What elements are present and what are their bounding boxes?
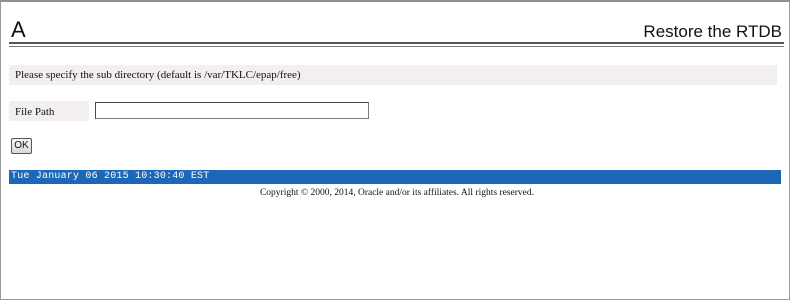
section-letter: A bbox=[11, 17, 26, 42]
page-frame: A Restore the RTDB Please specify the su… bbox=[0, 0, 790, 300]
instruction-row: Please specify the sub directory (defaul… bbox=[9, 65, 777, 85]
header-divider-thin bbox=[9, 46, 784, 47]
header-divider-thick bbox=[9, 42, 784, 44]
file-path-row: File Path bbox=[9, 101, 409, 121]
copyright-text: Copyright © 2000, 2014, Oracle and/or it… bbox=[259, 188, 535, 198]
status-bar: Tue January 06 2015 10:30:40 EST bbox=[9, 170, 781, 184]
instruction-text: Please specify the sub directory (defaul… bbox=[15, 69, 301, 81]
file-path-label: File Path bbox=[15, 106, 55, 118]
file-path-label-cell: File Path bbox=[9, 101, 89, 121]
file-path-input[interactable] bbox=[95, 102, 369, 119]
status-timestamp: Tue January 06 2015 10:30:40 EST bbox=[11, 171, 210, 182]
ok-button[interactable]: OK bbox=[11, 138, 32, 154]
page-title: Restore the RTDB bbox=[643, 22, 782, 41]
page-header: A Restore the RTDB bbox=[9, 16, 784, 42]
